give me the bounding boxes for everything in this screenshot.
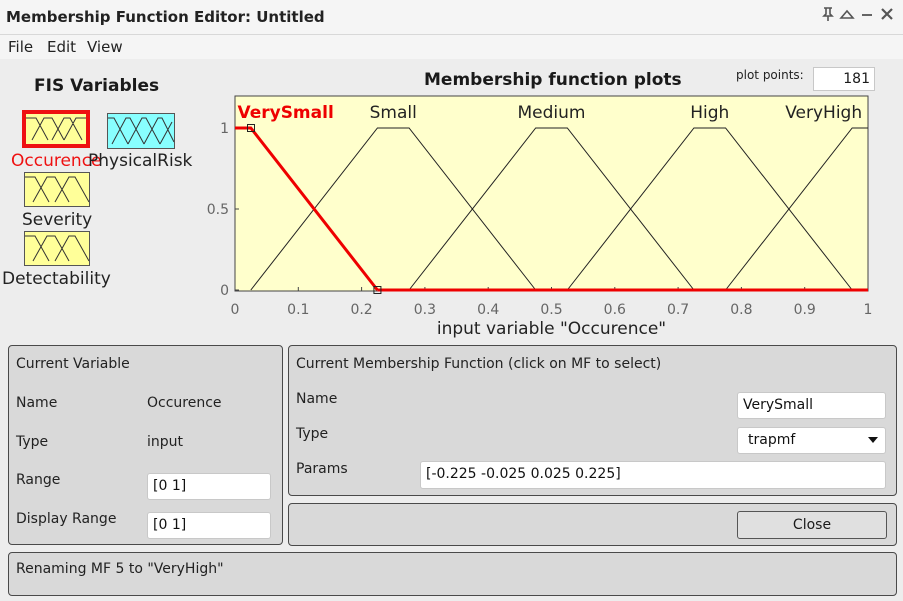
pin-icon[interactable] [819,6,837,26]
mf-name-input[interactable]: VerySmall [737,392,886,419]
status-message: Renaming MF 5 to "VeryHigh" [16,561,224,577]
plot-points-label: plot points: [736,68,804,82]
y-tick-label: 1 [220,121,229,137]
mf-type-select[interactable]: trapmf [737,427,886,454]
title-bar: Membership Function Editor: Untitled [0,0,903,35]
current-mf-title: Current Membership Function (click on MF… [296,356,662,372]
plot-area [234,95,869,292]
mf-params-input[interactable]: [-0.225 -0.025 0.025 0.225] [420,461,886,489]
var-icon-physicalrisk[interactable] [107,113,175,149]
var-label-detectability[interactable]: Detectability [2,269,111,289]
mf-type-label: Type [296,426,329,442]
range-input[interactable]: [0 1] [147,473,271,500]
var-icon-severity[interactable] [24,172,90,207]
status-panel: Renaming MF 5 to "VeryHigh" [8,552,897,596]
mf-name-label: Name [296,391,338,407]
x-tick-label: 0.2 [350,302,372,318]
current-mf-panel: Current Membership Function (click on MF… [288,345,897,496]
y-tick-label: 0.5 [207,202,229,218]
plot-title: Membership function plots [424,70,682,90]
x-tick-label: 0.6 [604,302,626,318]
current-variable-title: Current Variable [16,356,130,372]
x-tick-label: 0.1 [287,302,309,318]
menu-view[interactable]: View [87,38,123,56]
membership-function-plot[interactable]: 0 0.1 0.2 0.3 0.4 0.5 0.6 0.7 0.8 0.9 1 0 0.5 1 input … [200,94,900,344]
current-variable-panel: Current Variable Name Occurence Type inp… [8,345,283,545]
menu-bar: File Edit View [0,35,903,59]
var-label-physicalrisk[interactable]: PhysicalRisk [88,151,192,171]
x-tick-label: 0.3 [414,302,436,318]
mf-label-high: High [690,103,729,123]
menu-edit[interactable]: Edit [47,38,76,56]
variable-type-value: input [147,434,184,450]
mf-type-value: trapmf [748,432,796,448]
x-tick-label: 0.4 [477,302,499,318]
var-icon-detectability[interactable] [24,231,90,266]
x-tick-label: 0.5 [540,302,562,318]
mf-label-verysmall: VerySmall [237,103,333,123]
mf-label-veryhigh: VeryHigh [785,103,862,123]
fis-variables-title: FIS Variables [34,76,160,96]
display-range-input[interactable]: [0 1] [147,512,271,539]
close-icon[interactable] [878,6,896,26]
collapse-icon[interactable] [838,6,856,26]
x-tick-label: 1 [864,302,873,318]
close-button[interactable]: Close [737,511,887,539]
variable-type-label: Type [16,434,49,450]
x-axis-label: input variable "Occurence" [437,319,666,339]
mf-label-small: Small [370,103,417,123]
display-range-label: Display Range [16,511,117,527]
x-tick-label: 0.9 [794,302,816,318]
x-tick-label: 0.7 [667,302,689,318]
plot-points-input[interactable]: 181 [813,67,875,91]
var-icon-occurence[interactable] [22,110,90,148]
x-tick-label: 0 [231,302,240,318]
x-tick-label: 0.8 [730,302,752,318]
var-label-severity[interactable]: Severity [22,210,92,230]
window-title: Membership Function Editor: Untitled [6,8,325,26]
menu-file[interactable]: File [8,38,33,56]
minimize-icon[interactable] [858,6,876,26]
chevron-down-icon [867,428,879,460]
variable-name-label: Name [16,395,58,411]
mf-label-medium: Medium [518,103,586,123]
variable-name-value: Occurence [147,395,222,411]
range-label: Range [16,472,61,488]
y-tick-label: 0 [220,283,229,299]
mf-params-label: Params [296,461,348,477]
